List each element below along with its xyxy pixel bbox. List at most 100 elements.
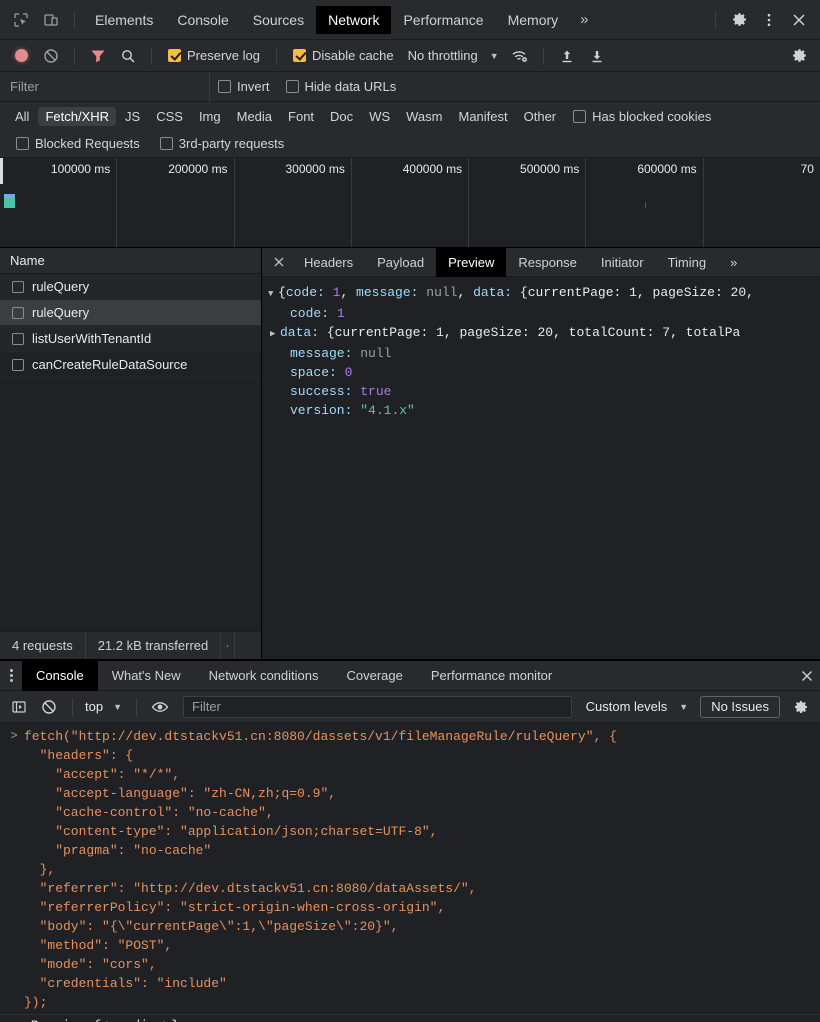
- type-filter-all[interactable]: All: [8, 107, 36, 126]
- expand-triangle-icon[interactable]: ▶: [20, 1016, 30, 1022]
- type-filter-wasm[interactable]: Wasm: [399, 107, 449, 126]
- tab-sources[interactable]: Sources: [241, 6, 316, 34]
- type-filter-manifest[interactable]: Manifest: [451, 107, 514, 126]
- filter-funnel-icon[interactable]: [83, 42, 113, 70]
- request-checkbox-icon[interactable]: [12, 280, 24, 293]
- console-output[interactable]: > fetch("http://dev.dtstackv51.cn:8080/da…: [0, 723, 820, 1022]
- third-party-requests-checkbox[interactable]: 3rd-party requests: [152, 136, 293, 151]
- more-detail-tabs-chevron-icon[interactable]: »: [718, 248, 749, 277]
- export-har-icon[interactable]: [582, 42, 612, 70]
- request-name-column-header[interactable]: Name: [0, 248, 261, 274]
- drawer-tab-performance-monitor[interactable]: Performance monitor: [417, 661, 566, 691]
- tab-console[interactable]: Console: [165, 6, 240, 34]
- type-filter-css[interactable]: CSS: [149, 107, 190, 126]
- console-context-caret-icon[interactable]: ▼: [107, 702, 128, 712]
- overview-tick-label: 200000 ms: [168, 162, 228, 176]
- network-conditions-wifi-icon[interactable]: [505, 42, 535, 70]
- import-har-icon[interactable]: [552, 42, 582, 70]
- tab-payload[interactable]: Payload: [365, 248, 436, 277]
- tab-network[interactable]: Network: [316, 5, 392, 34]
- more-tabs-chevron-icon[interactable]: »: [570, 6, 598, 34]
- tab-preview[interactable]: Preview: [436, 247, 507, 277]
- clear-requests-icon[interactable]: [36, 42, 66, 70]
- record-button-icon[interactable]: [6, 42, 36, 70]
- has-blocked-cookies-label: Has blocked cookies: [592, 108, 712, 124]
- table-row[interactable]: ruleQuery: [0, 274, 261, 300]
- close-detail-icon[interactable]: [266, 248, 292, 277]
- invert-label: Invert: [237, 79, 270, 94]
- filter-input[interactable]: [0, 71, 210, 102]
- type-filter-other[interactable]: Other: [517, 107, 564, 126]
- console-code-line: });: [0, 993, 820, 1012]
- drawer-tab-coverage[interactable]: Coverage: [332, 661, 416, 691]
- tab-timing[interactable]: Timing: [656, 248, 719, 277]
- close-devtools-icon[interactable]: [784, 6, 814, 34]
- json-key-data: data:: [473, 285, 520, 300]
- throttling-select[interactable]: No throttling: [402, 48, 484, 63]
- json-sep: ,: [340, 285, 357, 300]
- console-result-line[interactable]: ‹▶Promise {<pending>}: [0, 1014, 820, 1022]
- gutter: [4, 955, 24, 974]
- drawer-tab-console[interactable]: Console: [22, 660, 98, 691]
- type-filter-ws[interactable]: WS: [362, 107, 397, 126]
- json-root-line[interactable]: ▼ {code: 1, message: null, data: {current…: [268, 283, 820, 304]
- type-filter-doc[interactable]: Doc: [323, 107, 360, 126]
- close-drawer-icon[interactable]: [794, 661, 820, 690]
- collapse-triangle-icon[interactable]: ▼: [268, 285, 278, 304]
- tab-headers[interactable]: Headers: [292, 248, 365, 277]
- disable-cache-checkbox[interactable]: Disable cache: [285, 48, 402, 63]
- console-sidebar-icon[interactable]: [4, 693, 34, 721]
- json-key: version:: [290, 403, 353, 418]
- type-filter-media[interactable]: Media: [230, 107, 279, 126]
- net-toolbar-divider-4: [542, 46, 544, 65]
- toolbar-divider: [74, 10, 75, 29]
- device-toolbar-icon[interactable]: [36, 6, 66, 34]
- expand-triangle-icon[interactable]: ▶: [270, 325, 280, 344]
- request-checkbox-icon[interactable]: [12, 332, 24, 345]
- live-expression-eye-icon[interactable]: [145, 693, 175, 721]
- overview-column: 500000 ms: [469, 158, 587, 247]
- settings-gear-icon[interactable]: [724, 6, 754, 34]
- type-filter-js[interactable]: JS: [118, 107, 147, 126]
- type-filter-fetch-xhr[interactable]: Fetch/XHR: [38, 106, 117, 126]
- console-levels-select[interactable]: Custom levels: [580, 699, 674, 714]
- blocked-requests-checkbox[interactable]: Blocked Requests: [8, 136, 148, 151]
- preview-json-viewer[interactable]: ▼ {code: 1, message: null, data: {current…: [262, 277, 820, 659]
- clear-console-icon[interactable]: [34, 693, 64, 721]
- inspect-element-icon[interactable]: [6, 6, 36, 34]
- console-code: },: [24, 862, 56, 877]
- type-filter-img[interactable]: Img: [192, 107, 228, 126]
- preserve-log-label: Preserve log: [187, 48, 260, 63]
- tab-memory[interactable]: Memory: [496, 6, 571, 34]
- console-settings-gear-icon[interactable]: [786, 693, 816, 721]
- tab-elements[interactable]: Elements: [83, 6, 165, 34]
- json-line-data[interactable]: ▶ data: {currentPage: 1, pageSize: 20, to…: [268, 323, 820, 344]
- network-overview-timeline[interactable]: 100000 ms 200000 ms 300000 ms 400000 ms …: [0, 158, 820, 248]
- preserve-log-checkbox[interactable]: Preserve log: [160, 48, 268, 63]
- console-context-selector[interactable]: top: [81, 699, 107, 714]
- tab-response[interactable]: Response: [506, 248, 589, 277]
- console-levels-caret-icon[interactable]: ▼: [673, 702, 694, 712]
- throttling-caret-icon[interactable]: ▼: [484, 51, 505, 61]
- search-icon[interactable]: [113, 42, 143, 70]
- more-options-icon[interactable]: [754, 6, 784, 34]
- drawer-tab-whats-new[interactable]: What's New: [98, 661, 195, 691]
- tab-performance[interactable]: Performance: [391, 6, 495, 34]
- no-issues-button[interactable]: No Issues: [700, 695, 780, 718]
- table-row[interactable]: ruleQuery: [0, 300, 261, 326]
- network-status-bar: 4 requests 21.2 kB transferred ·: [0, 631, 261, 659]
- drawer-tab-network-conditions[interactable]: Network conditions: [195, 661, 333, 691]
- hide-data-urls-checkbox[interactable]: Hide data URLs: [278, 79, 405, 94]
- request-checkbox-icon[interactable]: [12, 306, 24, 319]
- tab-initiator[interactable]: Initiator: [589, 248, 656, 277]
- table-row[interactable]: canCreateRuleDataSource: [0, 352, 261, 378]
- invert-checkbox[interactable]: Invert: [210, 79, 278, 94]
- has-blocked-cookies-checkbox[interactable]: Has blocked cookies: [565, 109, 719, 124]
- console-filter-input[interactable]: [183, 695, 572, 718]
- network-settings-gear-icon[interactable]: [784, 42, 814, 70]
- request-checkbox-icon[interactable]: [12, 358, 24, 371]
- gutter: [4, 898, 24, 917]
- table-row[interactable]: listUserWithTenantId: [0, 326, 261, 352]
- type-filter-font[interactable]: Font: [281, 107, 321, 126]
- drawer-more-options-icon[interactable]: [0, 661, 22, 691]
